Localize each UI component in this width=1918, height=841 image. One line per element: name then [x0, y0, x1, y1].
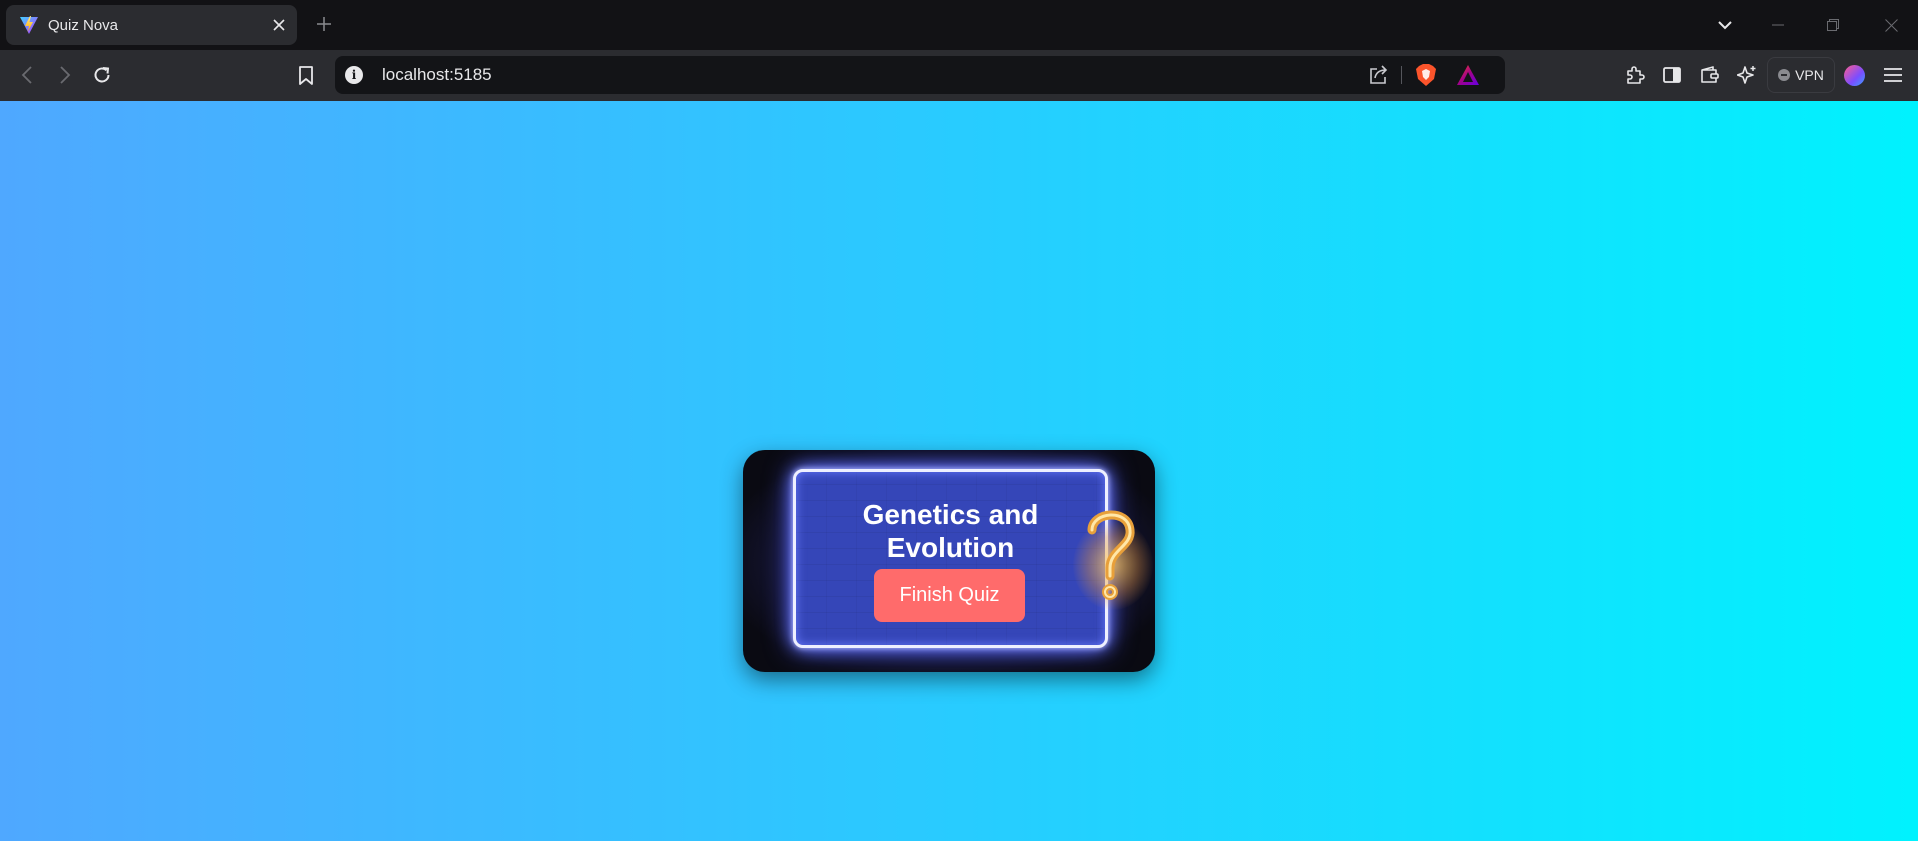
brave-rewards-icon[interactable] — [1456, 64, 1480, 86]
restore-icon[interactable] — [1818, 10, 1848, 40]
minimize-icon[interactable] — [1763, 10, 1793, 40]
plus-icon[interactable] — [313, 13, 335, 35]
close-window-icon[interactable] — [1876, 10, 1906, 40]
brave-shields-icon[interactable] — [1415, 63, 1437, 87]
vpn-button[interactable]: VPN — [1767, 57, 1835, 93]
address-bar[interactable]: i localhost:5185 — [335, 56, 1505, 94]
leo-ai-icon[interactable] — [1731, 59, 1763, 91]
tab-title: Quiz Nova — [48, 17, 119, 34]
page-viewport: Genetics and Evolution Finish Quiz — [0, 101, 1918, 841]
share-icon[interactable] — [1368, 64, 1390, 86]
close-icon[interactable] — [270, 16, 288, 34]
reload-icon[interactable] — [86, 59, 118, 91]
divider — [1401, 66, 1402, 84]
url-text[interactable]: localhost:5185 — [382, 65, 492, 85]
vpn-status-icon — [1778, 69, 1791, 81]
menu-icon[interactable] — [1877, 59, 1909, 91]
sidebar-icon[interactable] — [1656, 59, 1688, 91]
neon-question-mark-icon — [1087, 510, 1135, 600]
vpn-label: VPN — [1795, 67, 1824, 83]
bookmark-icon[interactable] — [290, 59, 322, 91]
tab-strip: Quiz Nova — [0, 0, 1918, 50]
quiz-title: Genetics and Evolution — [862, 499, 1039, 563]
browser-toolbar: i localhost:5185 VPN — [0, 50, 1918, 101]
extensions-icon[interactable] — [1619, 59, 1651, 91]
back-arrow-icon[interactable] — [11, 59, 43, 91]
browser-tab[interactable]: Quiz Nova — [6, 5, 297, 45]
chevron-down-icon[interactable] — [1714, 14, 1736, 36]
forward-arrow-icon[interactable] — [49, 59, 81, 91]
wallet-icon[interactable] — [1694, 59, 1726, 91]
quiz-card: Genetics and Evolution Finish Quiz — [743, 450, 1155, 672]
info-icon[interactable]: i — [345, 66, 363, 84]
finish-quiz-button[interactable]: Finish Quiz — [874, 569, 1025, 622]
profile-avatar[interactable] — [1844, 65, 1865, 86]
vite-logo-icon — [20, 16, 38, 34]
